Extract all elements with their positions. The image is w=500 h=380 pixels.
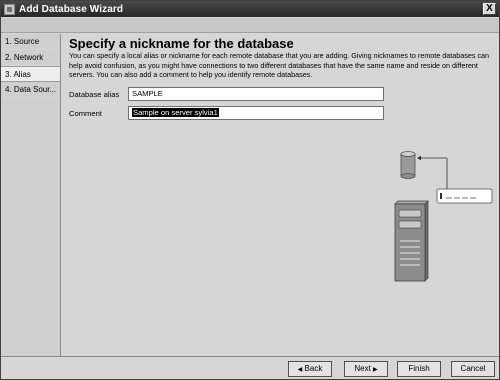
finish-button[interactable]: Finish [397,361,441,377]
database-cylinder-icon [400,151,416,179]
page-title: Specify a nickname for the database [69,36,294,51]
comment-selected-text: Sample on server sylvia1 [132,108,219,117]
close-button[interactable]: X [483,3,496,15]
app-icon [4,3,15,15]
comment-label: Comment [69,108,102,118]
button-bar: ◀ Back Next ▶ Finish Cancel [1,356,499,379]
database-server-illustration [394,151,493,282]
step-data-source[interactable]: 4. Data Sour... [1,82,60,98]
alias-input[interactable]: SAMPLE [128,87,384,101]
cancel-button[interactable]: Cancel [451,361,495,377]
step-source[interactable]: 1. Source [1,34,60,50]
label-tag-icon [436,188,493,204]
window-title: Add Database Wizard [19,3,124,15]
wizard-steps: 1. Source 2. Network 3. Alias 4. Data So… [1,34,61,356]
next-button[interactable]: Next ▶ [344,361,388,377]
alias-row: Database alias SAMPLE [69,87,494,101]
step-alias[interactable]: 3. Alias [1,66,60,82]
header-strip [1,18,499,33]
wizard-window: Add Database Wizard X 1. Source 2. Netwo… [0,0,500,380]
server-tower-icon [394,200,429,282]
triangle-left-icon: ◀ [297,367,303,373]
page-description: You can specify a local alias or nicknam… [69,51,490,80]
title-bar: Add Database Wizard X [1,1,499,17]
connector-arrow-icon [417,155,448,189]
back-button[interactable]: ◀ Back [288,361,332,377]
back-button-label: Back [304,364,323,373]
main-panel: Specify a nickname for the database You … [62,34,499,356]
comment-row: Comment Sample on server sylvia1 [69,106,494,120]
next-button-label: Next [354,364,371,373]
step-network[interactable]: 2. Network [1,50,60,66]
triangle-right-icon: ▶ [373,367,378,373]
alias-label: Database alias [69,89,120,99]
comment-input[interactable]: Sample on server sylvia1 [128,106,384,120]
